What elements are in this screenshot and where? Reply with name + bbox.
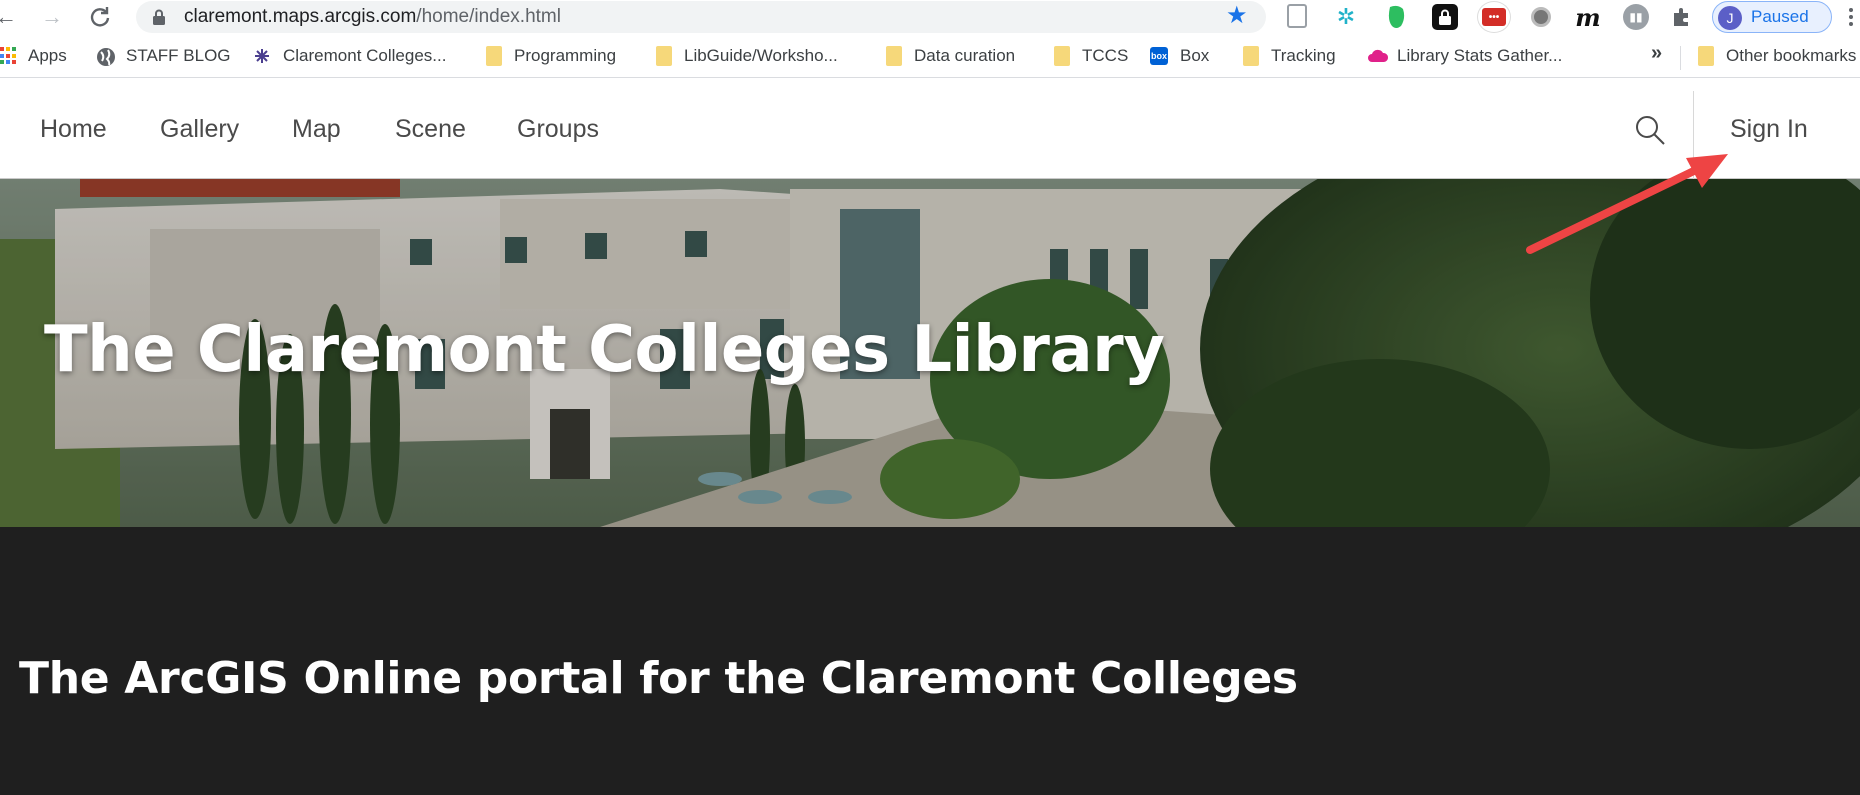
- header-divider: [1693, 91, 1694, 179]
- bookmarks-overflow-button[interactable]: »: [1651, 42, 1662, 65]
- puzzle-extensions-icon[interactable]: [1669, 4, 1695, 30]
- back-arrow-icon[interactable]: ←: [0, 3, 20, 31]
- hero-title: The Claremont Colleges Library: [44, 313, 1165, 387]
- lock-extension-icon[interactable]: [1432, 4, 1458, 30]
- bookmark-library-stats[interactable]: Library Stats Gather...: [1367, 44, 1562, 68]
- bookmark-label: Data curation: [914, 46, 1016, 65]
- url-host: claremont.maps.arcgis.com: [184, 6, 417, 27]
- folder-icon: [1698, 46, 1714, 66]
- folder-icon: [886, 46, 902, 66]
- evernote-icon[interactable]: [1383, 4, 1409, 30]
- apps-grid-icon: [0, 47, 16, 65]
- network-extension-icon[interactable]: ✲: [1333, 4, 1359, 30]
- bookmark-programming[interactable]: Programming: [486, 44, 616, 68]
- folder-icon: [486, 46, 502, 66]
- nav-groups[interactable]: Groups: [517, 115, 599, 144]
- box-icon: box: [1150, 47, 1168, 65]
- claremont-logo-icon: [253, 47, 271, 65]
- bookmark-label: Other bookmarks: [1726, 46, 1857, 65]
- sign-in-link[interactable]: Sign In: [1730, 115, 1808, 144]
- bookmark-star-icon[interactable]: ★: [1226, 4, 1248, 28]
- browser-toolbar: ← → claremont.maps.arcgis.com/home/index…: [0, 0, 1860, 34]
- stats-extension-icon[interactable]: ▮▮: [1623, 4, 1649, 30]
- bookmark-libguide[interactable]: LibGuide/Worksho...: [656, 44, 838, 68]
- bookmark-label: Box: [1180, 46, 1210, 65]
- bookmark-data-curation[interactable]: Data curation: [886, 44, 1015, 68]
- circle-extension-icon[interactable]: [1528, 4, 1554, 30]
- reload-icon[interactable]: [86, 3, 114, 31]
- bookmark-other-bookmarks[interactable]: Other bookmarks: [1698, 44, 1856, 68]
- profile-status: Paused: [1751, 7, 1809, 26]
- site-header: Home Gallery Map Scene Groups Sign In: [0, 79, 1860, 179]
- m-extension-icon[interactable]: m: [1575, 3, 1601, 32]
- folder-icon: [1054, 46, 1070, 66]
- url-text[interactable]: claremont.maps.arcgis.com/home/index.htm…: [184, 5, 561, 29]
- globe-icon: [96, 47, 115, 66]
- document-extension-icon[interactable]: [1287, 4, 1307, 28]
- profile-button[interactable]: J Paused: [1712, 1, 1832, 33]
- avatar: J: [1718, 6, 1742, 30]
- url-path: /home/index.html: [416, 6, 561, 27]
- forward-arrow-icon[interactable]: →: [38, 3, 66, 31]
- cloud-icon: [1367, 47, 1389, 65]
- bookmark-staff-blog[interactable]: STAFF BLOG: [96, 44, 231, 68]
- description-band: The ArcGIS Online portal for the Claremo…: [0, 527, 1860, 795]
- bookmark-label: LibGuide/Worksho...: [684, 46, 838, 65]
- bookmark-tracking[interactable]: Tracking: [1243, 44, 1336, 68]
- bookmark-label: Library Stats Gather...: [1397, 46, 1563, 65]
- bookmark-tccs[interactable]: TCCS: [1054, 44, 1128, 68]
- bookmarks-bar: Apps STAFF BLOG Claremont Colleges... Pr…: [0, 34, 1860, 78]
- portal-subtitle: The ArcGIS Online portal for the Claremo…: [19, 653, 1298, 704]
- lastpass-icon[interactable]: •••: [1478, 2, 1510, 32]
- bookmark-label: STAFF BLOG: [126, 46, 231, 65]
- browser-menu-icon[interactable]: [1848, 6, 1854, 28]
- bookmark-label: Programming: [514, 46, 617, 65]
- lock-icon[interactable]: [152, 9, 166, 25]
- bookmark-label: Claremont Colleges...: [283, 46, 447, 65]
- bookmark-label: Apps: [28, 46, 67, 65]
- folder-icon: [656, 46, 672, 66]
- bookmark-claremont-colleges[interactable]: Claremont Colleges...: [253, 44, 446, 68]
- folder-icon: [1243, 46, 1259, 66]
- nav-gallery[interactable]: Gallery: [160, 115, 239, 144]
- bookmark-apps[interactable]: Apps: [0, 44, 67, 68]
- nav-map[interactable]: Map: [292, 115, 341, 144]
- bookmarks-divider: [1680, 46, 1681, 70]
- search-icon[interactable]: [1632, 112, 1668, 148]
- hero-banner: The Claremont Colleges Library: [0, 179, 1860, 527]
- nav-scene[interactable]: Scene: [395, 115, 466, 144]
- bookmark-box[interactable]: box Box: [1150, 44, 1209, 68]
- nav-home[interactable]: Home: [40, 115, 107, 144]
- bookmark-label: TCCS: [1082, 46, 1129, 65]
- bookmark-label: Tracking: [1271, 46, 1336, 65]
